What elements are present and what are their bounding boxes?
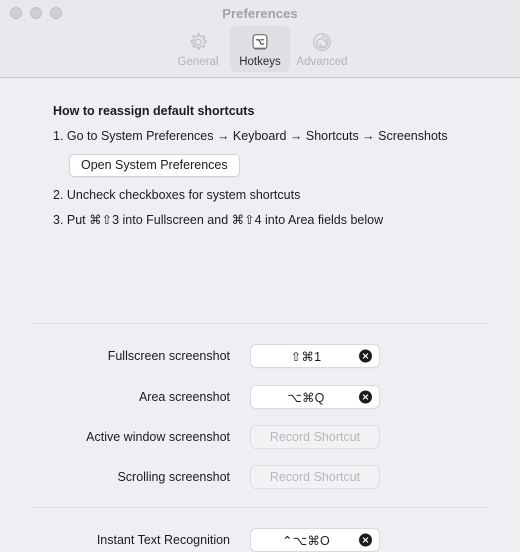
shortcut-field-instant-text-recognition[interactable]: ⌃⌥⌘O <box>250 528 380 552</box>
howto-step-1: 1. Go to System Preferences → Keyboard →… <box>53 129 448 143</box>
shortcut-field-area[interactable]: ⌥⌘Q <box>250 385 380 409</box>
howto-step-2: 2. Uncheck checkboxes for system shortcu… <box>53 188 301 202</box>
clear-shortcut-area-icon[interactable] <box>359 390 372 404</box>
shortcut-label-scrolling: Scrolling screenshot <box>117 470 230 484</box>
shortcut-field-fullscreen[interactable]: ⇧⌘1 <box>250 344 380 368</box>
shortcut-value-fullscreen: ⇧⌘1 <box>290 349 322 364</box>
clear-shortcut-fullscreen-icon[interactable] <box>359 349 372 363</box>
title-bar: Preferences General Hotkeys Advanced <box>0 0 520 78</box>
shortcut-field-active-window[interactable]: Record Shortcut <box>250 425 380 449</box>
shortcut-value-instant-text-recognition: ⌃⌥⌘O <box>282 533 330 548</box>
shortcut-value-area: ⌥⌘Q <box>287 390 325 405</box>
shortcut-row-instant-text-recognition: Instant Text Recognition ⌃⌥⌘O <box>0 528 520 552</box>
shortcut-label-active-window: Active window screenshot <box>86 430 230 444</box>
gear-icon <box>187 30 209 54</box>
shortcut-placeholder-scrolling: Record Shortcut <box>269 470 361 484</box>
shortcut-label-instant-text-recognition: Instant Text Recognition <box>96 533 230 547</box>
tab-general-label: General <box>177 56 219 68</box>
howto-step-3: 3. Put ⌘⇧3 into Fullscreen and ⌘⇧4 into … <box>53 213 384 227</box>
shortcut-label-area: Area screenshot <box>138 390 230 404</box>
divider-top <box>31 323 489 324</box>
open-system-preferences-button[interactable]: Open System Preferences <box>69 154 240 177</box>
howto-title: How to reassign default shortcuts <box>53 104 255 118</box>
tab-hotkeys[interactable]: Hotkeys <box>230 26 290 72</box>
shortcut-field-scrolling[interactable]: Record Shortcut <box>250 465 380 489</box>
tab-hotkeys-label: Hotkeys <box>239 56 281 68</box>
spiral-icon <box>311 30 333 54</box>
shortcut-row-active-window: Active window screenshot Record Shortcut <box>0 425 520 449</box>
clear-shortcut-instant-text-recognition-icon[interactable] <box>359 533 372 547</box>
tab-general[interactable]: General <box>168 26 228 72</box>
divider-bottom <box>31 507 489 508</box>
keyboard-key-icon <box>249 30 271 54</box>
shortcut-label-fullscreen: Fullscreen screenshot <box>107 349 230 363</box>
preferences-window: Preferences General Hotkeys Advanced How… <box>0 0 520 552</box>
window-title: Preferences <box>222 6 298 21</box>
tab-advanced-label: Advanced <box>296 56 348 68</box>
howto-section: How to reassign default shortcuts 1. Go … <box>53 104 493 237</box>
shortcut-row-fullscreen: Fullscreen screenshot ⇧⌘1 <box>0 344 520 368</box>
shortcut-placeholder-active-window: Record Shortcut <box>269 430 361 444</box>
shortcut-row-scrolling: Scrolling screenshot Record Shortcut <box>0 465 520 489</box>
tab-advanced[interactable]: Advanced <box>292 26 352 72</box>
shortcut-row-area: Area screenshot ⌥⌘Q <box>0 385 520 409</box>
toolbar-tabs: General Hotkeys Advanced <box>0 26 520 72</box>
